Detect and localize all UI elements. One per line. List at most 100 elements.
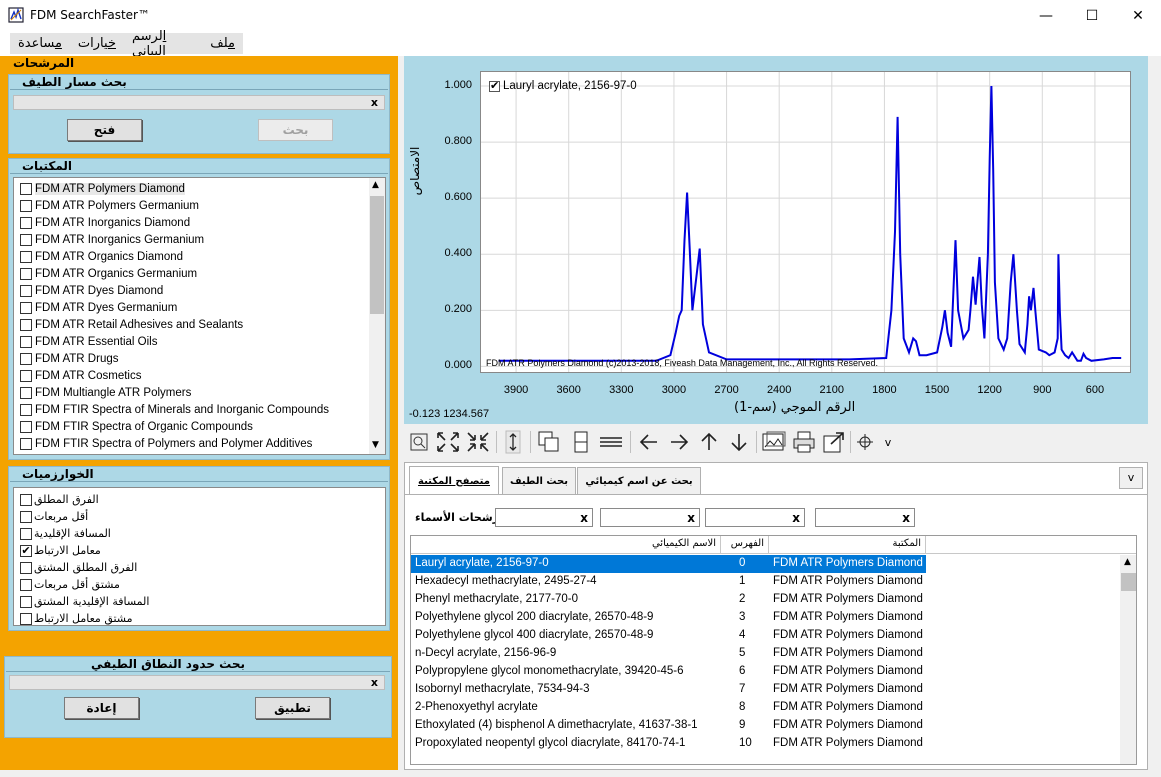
library-item[interactable]: FDM ATR Organics Diamond bbox=[20, 248, 183, 265]
minimize-button[interactable]: — bbox=[1023, 0, 1069, 31]
table-row[interactable]: Hexadecyl methacrylate, 2495-27-4 1 FDM AT… bbox=[411, 573, 926, 591]
library-item[interactable]: FDM FTIR Spectra of Organic Compounds bbox=[20, 418, 253, 435]
export-button[interactable] bbox=[820, 429, 848, 455]
clear-filter-2-icon[interactable]: x bbox=[687, 511, 695, 525]
library-checkbox[interactable] bbox=[20, 352, 32, 365]
name-filter-3[interactable]: x bbox=[705, 508, 805, 527]
library-checkbox[interactable] bbox=[20, 233, 32, 246]
fit-selection-button[interactable] bbox=[464, 429, 492, 455]
library-item[interactable]: FDM ATR Polymers Germanium bbox=[20, 197, 199, 214]
library-checkbox[interactable] bbox=[20, 216, 32, 229]
algorithm-checkbox[interactable] bbox=[20, 493, 32, 506]
menu-help[interactable]: مساعدة bbox=[10, 36, 70, 51]
clear-path-icon[interactable]: x bbox=[371, 96, 378, 109]
algorithm-checkbox[interactable] bbox=[20, 510, 32, 523]
name-filter-1[interactable]: x bbox=[495, 508, 593, 527]
algorithm-checkbox[interactable] bbox=[20, 561, 32, 574]
library-checkbox[interactable] bbox=[20, 437, 32, 450]
maximize-button[interactable]: ☐ bbox=[1069, 0, 1115, 31]
algorithm-checkbox[interactable] bbox=[20, 527, 32, 540]
algorithm-item[interactable]: المسافة الإقليدية bbox=[20, 525, 111, 542]
zoom-reset-button[interactable] bbox=[408, 429, 430, 455]
tab-name-search[interactable]: بحث عن اسم كيميائي bbox=[577, 467, 701, 494]
table-scrollbar[interactable]: ▲ bbox=[1120, 555, 1136, 764]
table-row[interactable]: Polyethylene glycol 400 diacrylate, 2657… bbox=[411, 627, 926, 645]
libraries-scrollbar[interactable]: ▲ ▼ bbox=[369, 178, 385, 454]
print-button[interactable] bbox=[790, 429, 818, 455]
libraries-list[interactable]: ▲ ▼ FDM ATR Polymers Diamond FDM ATR Poly… bbox=[13, 177, 386, 455]
table-row[interactable]: 2-Phenoxyethyl acrylate 8 FDM ATR Polymers… bbox=[411, 699, 926, 717]
clear-range-icon[interactable]: x bbox=[371, 676, 378, 689]
library-checkbox[interactable] bbox=[20, 386, 32, 399]
table-row[interactable]: Polyethylene glycol 200 diacrylate, 2657… bbox=[411, 609, 926, 627]
library-checkbox[interactable] bbox=[20, 335, 32, 348]
table-scroll-thumb[interactable] bbox=[1121, 573, 1136, 591]
library-checkbox[interactable] bbox=[20, 199, 32, 212]
menu-options[interactable]: خيارات bbox=[70, 36, 124, 51]
pan-right-button[interactable] bbox=[666, 429, 692, 455]
pan-left-button[interactable] bbox=[636, 429, 662, 455]
algorithm-item[interactable]: الفرق المطلق bbox=[20, 491, 99, 508]
algorithm-checkbox[interactable] bbox=[20, 612, 32, 625]
libraries-scroll-thumb[interactable] bbox=[370, 196, 384, 314]
algorithm-item[interactable]: المسافة الإقليدية المشتق bbox=[20, 593, 149, 610]
table-row[interactable]: Polypropylene glycol monomethacrylate, 3… bbox=[411, 663, 926, 681]
table-row[interactable]: Ethoxylated (4) bisphenol A dimethacryla… bbox=[411, 717, 926, 735]
table-row[interactable]: n-Decyl acrylate, 2156-96-9 5 FDM ATR Poly… bbox=[411, 645, 926, 663]
tab-spectrum-search[interactable]: بحث الطيف bbox=[502, 467, 576, 494]
library-item[interactable]: FDM ATR Essential Oils bbox=[20, 333, 157, 350]
table-row[interactable]: Lauryl acrylate, 2156-97-0 0 FDM ATR Polym… bbox=[411, 555, 926, 573]
library-item[interactable]: FDM ATR Retail Adhesives and Sealants bbox=[20, 316, 243, 333]
library-checkbox[interactable] bbox=[20, 318, 32, 331]
open-button[interactable]: فتح bbox=[67, 119, 142, 141]
library-checkbox[interactable] bbox=[20, 420, 32, 433]
spectrum-plot[interactable]: ✔ Lauryl acrylate, 2156-97-0 FDM ATR Pol… bbox=[480, 71, 1131, 373]
stack-button[interactable] bbox=[568, 429, 594, 455]
library-item[interactable]: FDM ATR Inorganics Diamond bbox=[20, 214, 190, 231]
tile-button[interactable] bbox=[598, 429, 624, 455]
overlay-button[interactable] bbox=[536, 429, 562, 455]
pan-up-button[interactable] bbox=[696, 429, 722, 455]
header-library[interactable]: المكتبة bbox=[769, 536, 926, 554]
search-path-button[interactable]: بحث bbox=[258, 119, 333, 141]
pan-down-button[interactable] bbox=[726, 429, 752, 455]
algorithm-item[interactable]: ✔ معامل الارتباط bbox=[20, 542, 101, 559]
table-row[interactable]: Isobornyl methacrylate, 7534-94-3 7 FDM AT… bbox=[411, 681, 926, 699]
vertical-scale-button[interactable] bbox=[502, 429, 524, 455]
table-scroll-up-icon[interactable]: ▲ bbox=[1124, 557, 1131, 567]
path-search-input[interactable]: x bbox=[13, 95, 385, 110]
algorithm-checkbox[interactable] bbox=[20, 578, 32, 591]
algorithm-item[interactable]: أقل مربعات bbox=[20, 508, 88, 525]
fit-all-button[interactable] bbox=[434, 429, 462, 455]
header-index[interactable]: الفهرس bbox=[721, 536, 769, 554]
close-button[interactable]: ✕ bbox=[1115, 0, 1161, 31]
tab-library-browser[interactable]: متصفح المكتبة bbox=[409, 466, 499, 495]
toolbar-more-button[interactable]: v bbox=[880, 429, 896, 455]
library-item[interactable]: FDM Multiangle ATR Polymers bbox=[20, 384, 191, 401]
library-checkbox[interactable] bbox=[20, 403, 32, 416]
scroll-up-icon[interactable]: ▲ bbox=[372, 180, 379, 190]
library-checkbox[interactable] bbox=[20, 284, 32, 297]
library-item[interactable]: FDM ATR Polymers Diamond bbox=[20, 180, 185, 197]
library-item[interactable]: FDM ATR Organics Germanium bbox=[20, 265, 197, 282]
crosshair-button[interactable] bbox=[854, 429, 876, 455]
scroll-down-icon[interactable]: ▼ bbox=[372, 440, 379, 450]
library-checkbox[interactable] bbox=[20, 369, 32, 382]
range-search-input[interactable]: x bbox=[9, 675, 385, 690]
library-item[interactable]: FDM ATR Cosmetics bbox=[20, 367, 142, 384]
name-filter-4[interactable]: x bbox=[815, 508, 915, 527]
library-item[interactable]: FDM ATR Inorganics Germanium bbox=[20, 231, 204, 248]
library-item[interactable]: FDM FTIR Spectra of Minerals and Inorgan… bbox=[20, 401, 329, 418]
legend-checkbox[interactable]: ✔ bbox=[489, 80, 500, 92]
library-checkbox[interactable] bbox=[20, 182, 32, 195]
library-checkbox[interactable] bbox=[20, 267, 32, 280]
menu-file[interactable]: ملف bbox=[202, 36, 243, 51]
tab-overflow-button[interactable]: v bbox=[1119, 467, 1143, 489]
algorithm-item[interactable]: مشتق معامل الارتباط bbox=[20, 610, 133, 627]
algorithm-checkbox-checked[interactable]: ✔ bbox=[20, 544, 32, 557]
algorithm-item[interactable]: الفرق المطلق المشتق bbox=[20, 559, 137, 576]
clear-filter-4-icon[interactable]: x bbox=[902, 511, 910, 525]
library-checkbox[interactable] bbox=[20, 301, 32, 314]
clear-filter-3-icon[interactable]: x bbox=[792, 511, 800, 525]
name-filter-2[interactable]: x bbox=[600, 508, 700, 527]
